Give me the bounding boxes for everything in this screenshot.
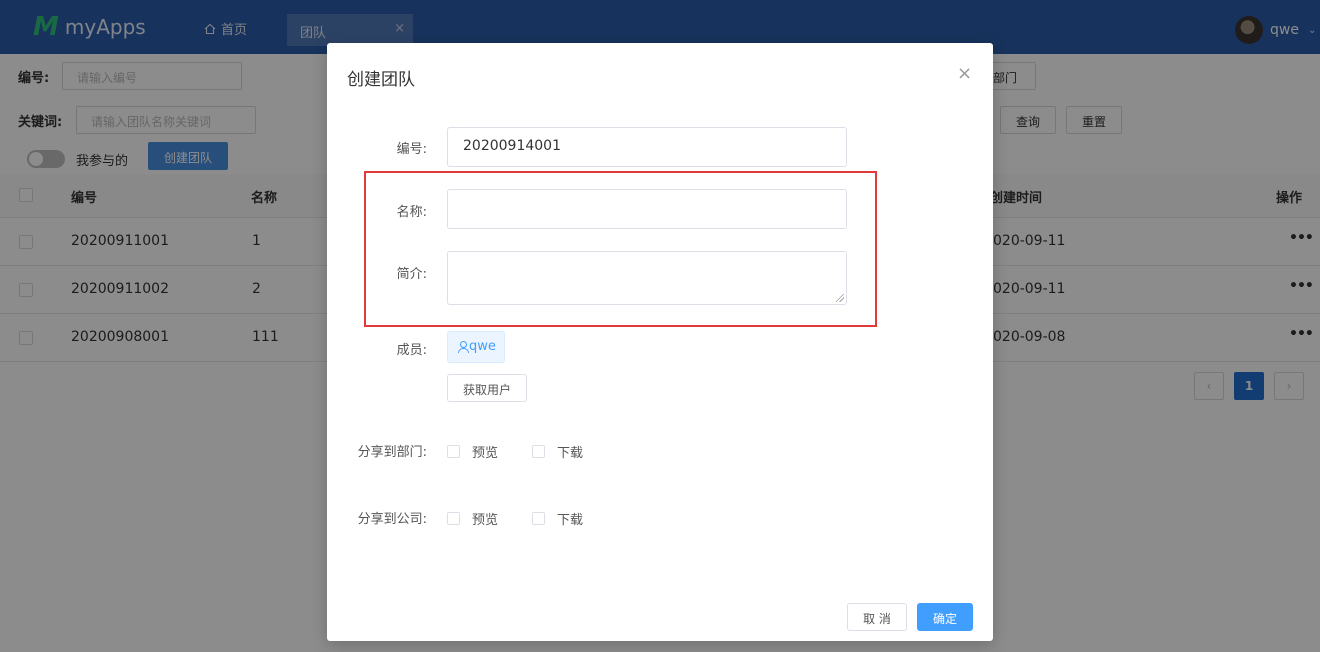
confirm-button[interactable]: 确定	[917, 603, 973, 631]
share-company-label: 分享到公司:	[357, 512, 427, 527]
intro-label: 简介:	[396, 267, 427, 282]
share-dept-label: 分享到部门:	[357, 445, 427, 460]
share-company-preview-label: 预览	[472, 513, 499, 528]
create-team-dialog: 创建团队 × 编号: 20200914001 名称: 简介: 成员: qwe 获…	[327, 43, 993, 641]
get-users-button[interactable]: 获取用户	[447, 374, 527, 402]
code-label: 编号:	[396, 142, 427, 157]
share-dept-options: 预览 下载	[447, 442, 617, 461]
member-name: qwe	[469, 339, 496, 354]
share-company-download-checkbox[interactable]	[532, 512, 546, 525]
share-company-preview-checkbox[interactable]	[447, 512, 460, 525]
user-icon	[458, 341, 469, 353]
intro-textarea[interactable]	[447, 251, 847, 305]
share-dept-download-label: 下载	[557, 446, 584, 461]
name-label: 名称:	[396, 205, 427, 220]
share-dept-preview-label: 预览	[472, 446, 499, 461]
member-tag[interactable]: qwe	[447, 331, 505, 363]
share-dept-download-checkbox[interactable]	[532, 445, 546, 458]
code-field[interactable]: 20200914001	[447, 127, 847, 167]
share-company-options: 预览 下载	[447, 509, 617, 528]
cancel-button[interactable]: 取 消	[847, 603, 907, 631]
dialog-title: 创建团队	[347, 70, 415, 90]
members-label: 成员:	[396, 343, 427, 358]
name-field[interactable]	[447, 189, 847, 229]
close-icon[interactable]: ×	[957, 63, 972, 84]
share-company-download-label: 下载	[557, 513, 584, 528]
resize-handle-icon[interactable]	[836, 294, 844, 302]
share-dept-preview-checkbox[interactable]	[447, 445, 460, 458]
